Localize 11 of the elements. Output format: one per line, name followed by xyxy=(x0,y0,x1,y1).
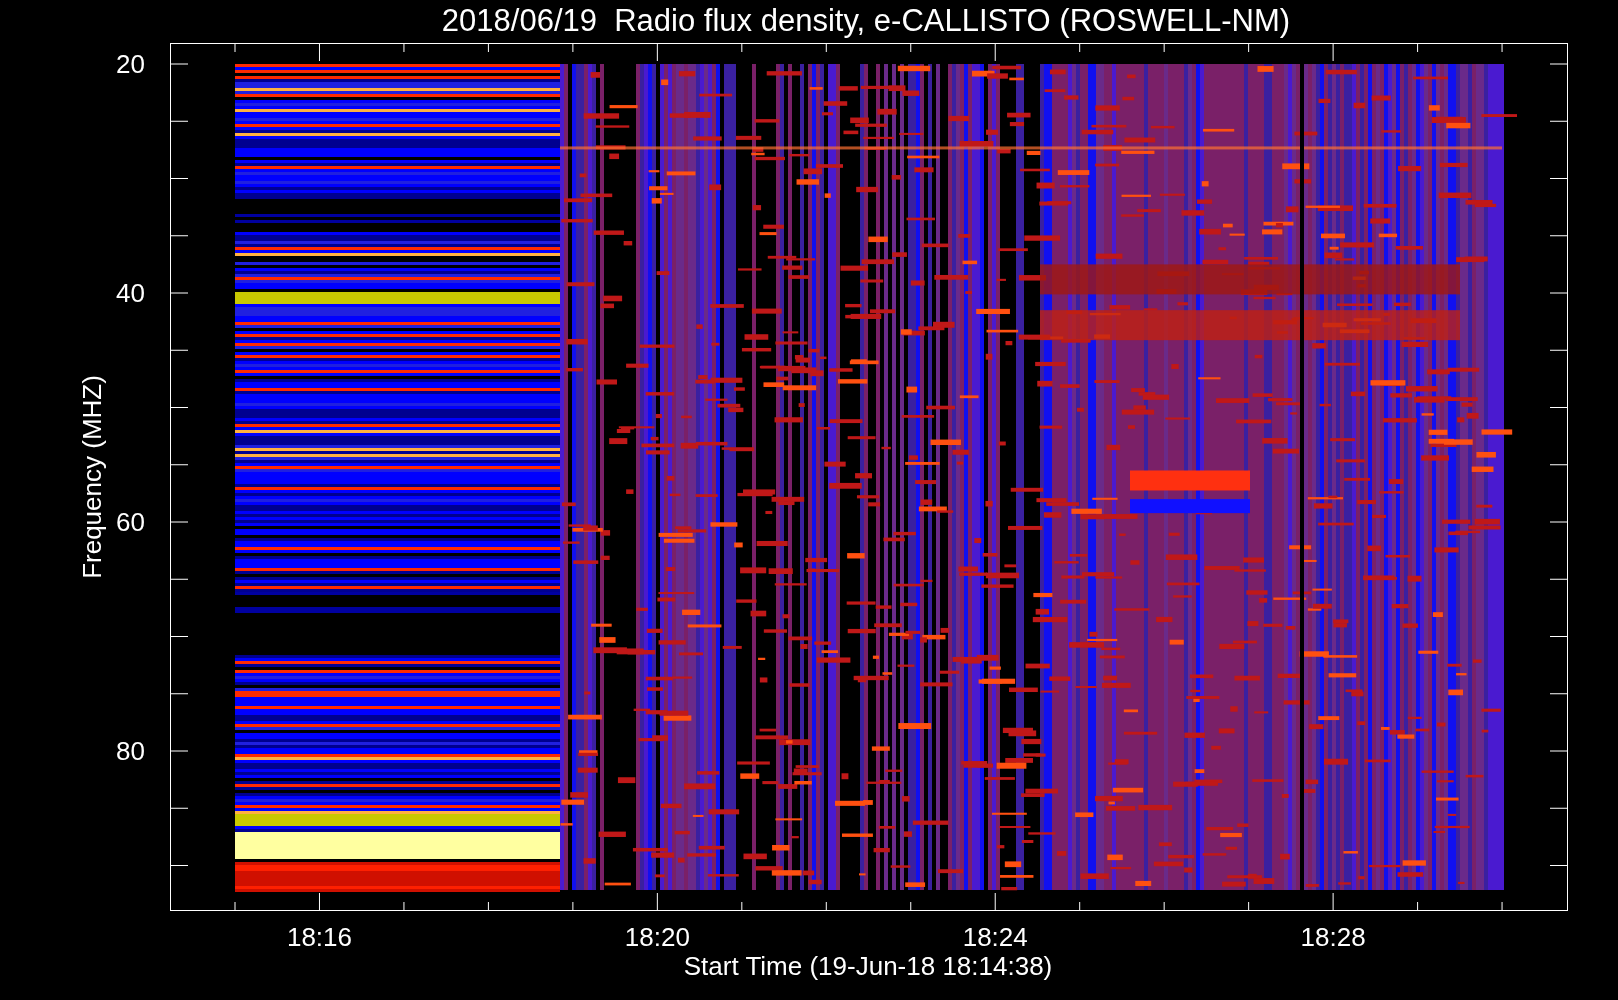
y-tick-label: 60 xyxy=(116,507,145,537)
y-tick-label: 80 xyxy=(116,736,145,766)
y-tick-label: 40 xyxy=(116,278,145,308)
x-tick-label: 18:28 xyxy=(1300,922,1366,952)
chart-title: 2018/06/19 Radio flux density, e-CALLISTO (ROSWELL-NM) xyxy=(441,3,1291,38)
y-tick-label: 20 xyxy=(116,49,145,79)
x-tick-label: 18:24 xyxy=(962,922,1028,952)
x-axis-label: Start Time (19-Jun-18 18:14:38) xyxy=(683,951,1053,981)
x-tick-label: 18:16 xyxy=(286,922,352,952)
x-tick-label: 18:20 xyxy=(624,922,690,952)
y-axis-label: Frequency (MHZ) xyxy=(77,375,107,579)
